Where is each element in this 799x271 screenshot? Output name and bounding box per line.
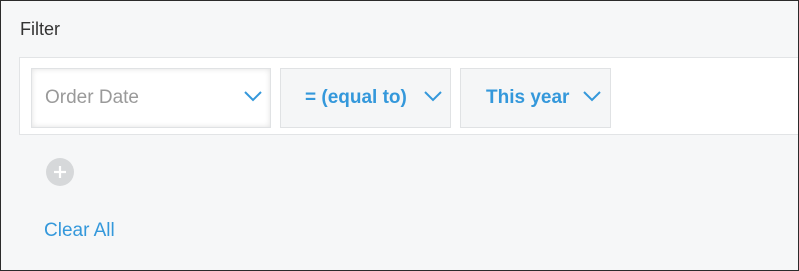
- chevron-down-icon: [424, 91, 442, 102]
- filter-condition-row: Order Date = (equal to) This year: [19, 57, 798, 135]
- field-select[interactable]: Order Date: [31, 68, 271, 128]
- value-select-value: This year: [486, 87, 570, 108]
- operator-select[interactable]: = (equal to): [280, 68, 451, 128]
- operator-select-value: = (equal to): [305, 87, 407, 108]
- filter-panel: Filter Order Date = (equal to) This year: [0, 0, 799, 271]
- field-select-value: Order Date: [45, 87, 139, 108]
- add-condition-button[interactable]: [46, 158, 74, 186]
- clear-all-link[interactable]: Clear All: [44, 220, 115, 242]
- plus-icon: [54, 166, 66, 178]
- chevron-down-icon: [583, 91, 601, 102]
- filter-title: Filter: [20, 19, 60, 39]
- value-select[interactable]: This year: [460, 68, 611, 128]
- chevron-down-icon: [244, 91, 262, 102]
